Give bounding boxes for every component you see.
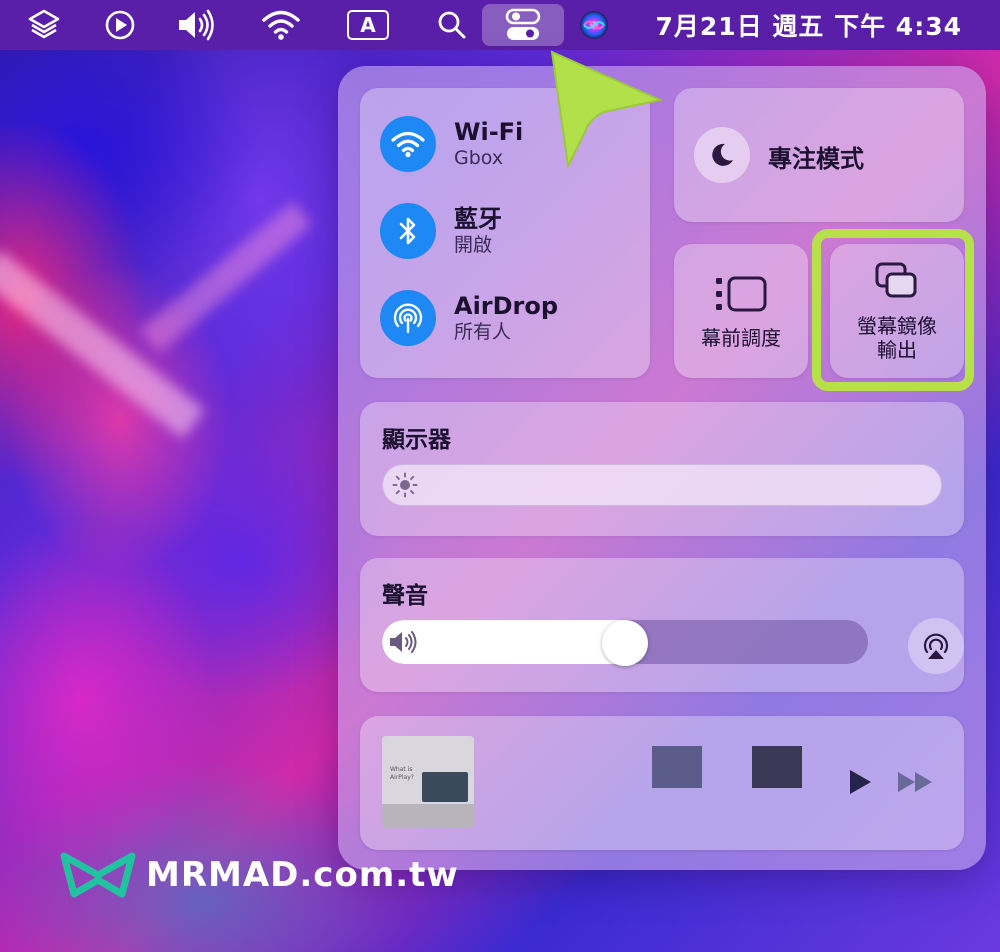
input-method-icon[interactable]: A: [344, 0, 392, 50]
bluetooth-title: 藍牙: [454, 205, 502, 233]
now-playing-placeholder-block: [652, 746, 702, 788]
input-method-label: A: [347, 10, 389, 40]
stage-manager-icon: [716, 276, 767, 312]
brightness-slider[interactable]: [382, 464, 942, 506]
airdrop-toggle-button[interactable]: [380, 290, 436, 346]
play-icon[interactable]: [844, 767, 874, 797]
focus-toggle-button[interactable]: [694, 127, 750, 183]
artwork-floor: [382, 804, 474, 828]
artwork-caption: What is AirPlay?: [390, 766, 414, 781]
siri-icon[interactable]: [574, 0, 614, 50]
airplay-audio-icon: [923, 633, 949, 659]
moon-icon: [712, 143, 733, 166]
wifi-toggle-button[interactable]: [380, 116, 436, 172]
stage-manager-label: 幕前調度: [701, 326, 781, 350]
menu-bar-clock[interactable]: 7月21日 週五 下午 4:34: [656, 0, 962, 50]
display-title: 顯示器: [382, 427, 451, 453]
wifi-row[interactable]: Wi-Fi Gbox: [380, 116, 523, 172]
watermark: MRMAD.com.tw: [60, 852, 459, 898]
bluetooth-row[interactable]: 藍牙 開啟: [380, 203, 502, 259]
now-playing-placeholder-block: [752, 746, 802, 788]
wifi-status-icon[interactable]: [256, 0, 306, 50]
control-center-panel: Wi-Fi Gbox 藍牙 開啟 AirDrop 所有人 專注模式 幕前調度 螢…: [338, 66, 986, 870]
speaker-icon: [390, 631, 417, 653]
focus-mode-label: 專注模式: [768, 145, 864, 173]
now-playing-icon[interactable]: [98, 0, 142, 50]
watermark-text: MRMAD.com.tw: [146, 855, 459, 895]
volume-icon[interactable]: [170, 0, 226, 50]
artwork-tv-image: [422, 772, 468, 802]
airplay-audio-button[interactable]: [908, 618, 964, 674]
now-playing-artwork[interactable]: What is AirPlay?: [382, 736, 474, 828]
sound-tile: 聲音: [360, 558, 964, 692]
menu-bar: A 7月21日 週五 下午 4:34: [0, 0, 1000, 50]
connectivity-tile: Wi-Fi Gbox 藍牙 開啟 AirDrop 所有人: [360, 88, 650, 378]
bluetooth-status: 開啟: [454, 234, 493, 256]
airdrop-row[interactable]: AirDrop 所有人: [380, 290, 558, 346]
stage-manager-tile[interactable]: 幕前調度: [674, 244, 808, 378]
shortcuts-icon[interactable]: [22, 0, 66, 50]
screen-mirroring-highlight-box: [812, 229, 974, 391]
now-playing-tile: What is AirPlay?: [360, 716, 964, 850]
spotlight-search-icon[interactable]: [430, 0, 474, 50]
airdrop-icon: [393, 303, 423, 334]
sun-icon: [392, 472, 418, 498]
bluetooth-icon: [399, 217, 416, 245]
bluetooth-toggle-button[interactable]: [380, 203, 436, 259]
airdrop-title: AirDrop: [454, 292, 559, 320]
sound-title: 聲音: [382, 583, 428, 609]
fast-forward-icon[interactable]: [896, 770, 936, 794]
wifi-icon: [391, 131, 425, 158]
wifi-network-name: Gbox: [454, 147, 504, 169]
wifi-title: Wi-Fi: [454, 118, 524, 146]
volume-slider-knob[interactable]: [602, 620, 648, 666]
airdrop-status: 所有人: [454, 321, 512, 343]
control-center-icon[interactable]: [482, 4, 564, 46]
display-tile: 顯示器: [360, 402, 964, 536]
mrmad-logo-icon: [60, 852, 136, 898]
focus-mode-tile[interactable]: 專注模式: [674, 88, 964, 222]
